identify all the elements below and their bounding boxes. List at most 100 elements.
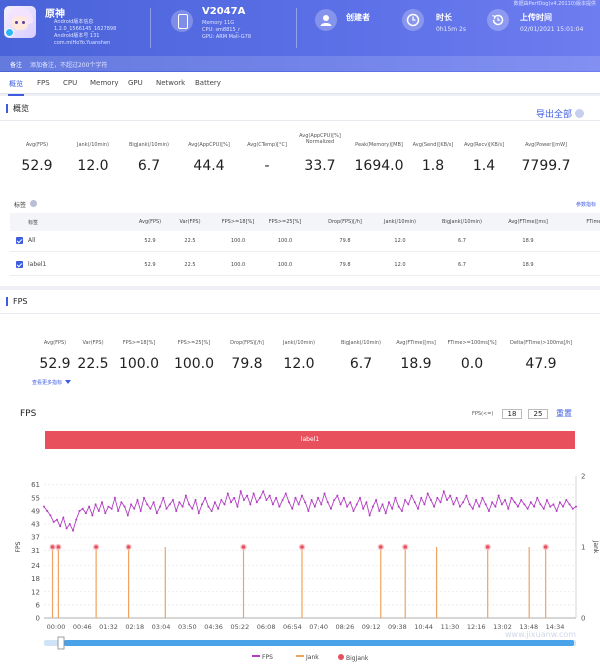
- table-cell: 6.7: [458, 262, 466, 268]
- fps-point: [575, 505, 577, 508]
- fps-point: [97, 509, 100, 512]
- app-meta: Android版本信息 1.2.0_1566145_1627898 Androi…: [54, 19, 117, 46]
- export-all-button[interactable]: 导出全部: [536, 107, 584, 120]
- user-icon: [315, 9, 337, 31]
- row-checkbox[interactable]: [16, 237, 23, 244]
- stat-label: Jank(/10min): [77, 142, 109, 148]
- x-tick-label: 04:36: [204, 623, 223, 631]
- note-label: 备注: [10, 62, 23, 69]
- stat-label: BigJank(/10min): [341, 340, 381, 346]
- fps-threshold-input-2[interactable]: 25: [528, 409, 548, 419]
- stat-value: 1694.0: [354, 158, 404, 174]
- fps-point: [320, 503, 323, 506]
- y-tick-label: 18: [31, 575, 40, 583]
- row-checkbox[interactable]: [16, 261, 23, 268]
- y-tick-label: 24: [31, 562, 40, 570]
- x-tick-label: 08:26: [336, 623, 355, 631]
- fps-point: [349, 501, 352, 504]
- table-column-header: Avg(FTime)[ms]: [508, 219, 548, 225]
- device-info: Memory 11G CPU: sm8815_r GPU: ARM Mali-G…: [202, 20, 252, 40]
- fps-point: [533, 505, 536, 508]
- x-tick-label: 05:22: [230, 623, 249, 631]
- bigjank-marker[interactable]: [543, 545, 548, 549]
- fps-point: [465, 494, 468, 497]
- y2-tick-label: 1: [581, 544, 585, 552]
- fps-point: [72, 529, 75, 532]
- duration-value: 0h15m 2s: [436, 26, 466, 33]
- stat-label: Avg(AppCPU)[%]: [188, 142, 230, 148]
- more-metrics-link[interactable]: 查看更多指标: [32, 379, 71, 386]
- bigjank-marker[interactable]: [126, 545, 131, 549]
- reset-button[interactable]: 重置: [556, 408, 572, 419]
- label-segment-bar[interactable]: label1: [45, 431, 575, 449]
- fps-point: [516, 505, 519, 508]
- device-name: V2047A: [202, 6, 246, 17]
- stat-label: Avg(AppCPU)[%] Normalized: [299, 133, 341, 145]
- fps-point: [307, 509, 310, 512]
- table-column-header: BigJank(/10min): [442, 219, 482, 225]
- bigjank-marker[interactable]: [94, 545, 98, 549]
- fps-point: [281, 499, 284, 502]
- clock-icon: [402, 9, 424, 31]
- y-tick-label: 37: [31, 534, 40, 542]
- y2-tick-label: 0: [581, 615, 585, 623]
- fps-point: [355, 503, 358, 506]
- tab-fps[interactable]: FPS: [37, 79, 50, 87]
- stat-label: BigJank(/10min): [129, 142, 169, 148]
- range-handle-left[interactable]: [57, 636, 65, 650]
- bigjank-marker[interactable]: [50, 545, 55, 549]
- header-divider: [296, 8, 297, 48]
- fps-point: [139, 509, 142, 512]
- y-tick-label: 0: [36, 615, 40, 623]
- note-placeholder: 添加备注，不超过200个字符: [29, 62, 108, 69]
- fps-point: [381, 503, 384, 506]
- fps-point: [549, 505, 552, 508]
- bigjank-marker[interactable]: [300, 545, 304, 549]
- fps-threshold-input-1[interactable]: 18: [502, 409, 522, 419]
- fps-point: [149, 507, 152, 510]
- tab-network[interactable]: Network: [156, 79, 185, 87]
- tab-cpu[interactable]: CPU: [63, 79, 77, 87]
- range-slider-fill[interactable]: [64, 640, 574, 646]
- y-tick-label: 12: [31, 588, 40, 596]
- fps-point: [507, 507, 510, 510]
- help-icon[interactable]: [30, 200, 37, 207]
- tab-memory[interactable]: Memory: [90, 79, 118, 87]
- x-tick-label: 09:12: [362, 623, 381, 631]
- fps-point: [523, 503, 526, 506]
- fps-point: [65, 527, 68, 530]
- fps-point: [300, 494, 303, 497]
- fps-point: [539, 503, 542, 506]
- bigjank-marker[interactable]: [403, 545, 408, 549]
- metrics-link[interactable]: 参数指标: [576, 201, 596, 208]
- table-column-header: Jank(/10min): [384, 219, 416, 225]
- divider: [0, 313, 600, 314]
- tab-gpu[interactable]: GPU: [128, 79, 143, 87]
- legend-bigjank[interactable]: BigJank: [338, 654, 368, 662]
- fps-point: [223, 503, 226, 506]
- fps-point: [423, 503, 426, 506]
- tab-battery[interactable]: Battery: [195, 79, 221, 87]
- y2-axis-label: Jank: [592, 540, 599, 554]
- fps-point: [442, 490, 445, 493]
- fps-point: [520, 499, 523, 502]
- note-field[interactable]: 备注 添加备注，不超过200个字符: [0, 56, 600, 71]
- fps-point: [397, 505, 400, 508]
- legend-jank[interactable]: Jank: [296, 654, 319, 661]
- fps-point: [394, 496, 397, 499]
- bigjank-marker[interactable]: [485, 545, 490, 549]
- stat-label: Peak(Memory)[MB]: [355, 142, 403, 148]
- fps-point: [162, 496, 165, 499]
- row-divider: [10, 275, 600, 276]
- tab-overview[interactable]: 概览: [8, 79, 24, 96]
- fps-point: [168, 503, 171, 506]
- fps-point: [43, 505, 45, 508]
- stat-value: 6.7: [349, 356, 373, 372]
- bigjank-marker[interactable]: [56, 545, 61, 549]
- legend-fps[interactable]: FPS: [252, 654, 273, 661]
- bigjank-marker[interactable]: [378, 545, 383, 549]
- bigjank-marker[interactable]: [241, 545, 246, 549]
- stat-value: 44.4: [193, 158, 225, 174]
- fps-point: [513, 501, 516, 504]
- fps-point: [346, 505, 349, 508]
